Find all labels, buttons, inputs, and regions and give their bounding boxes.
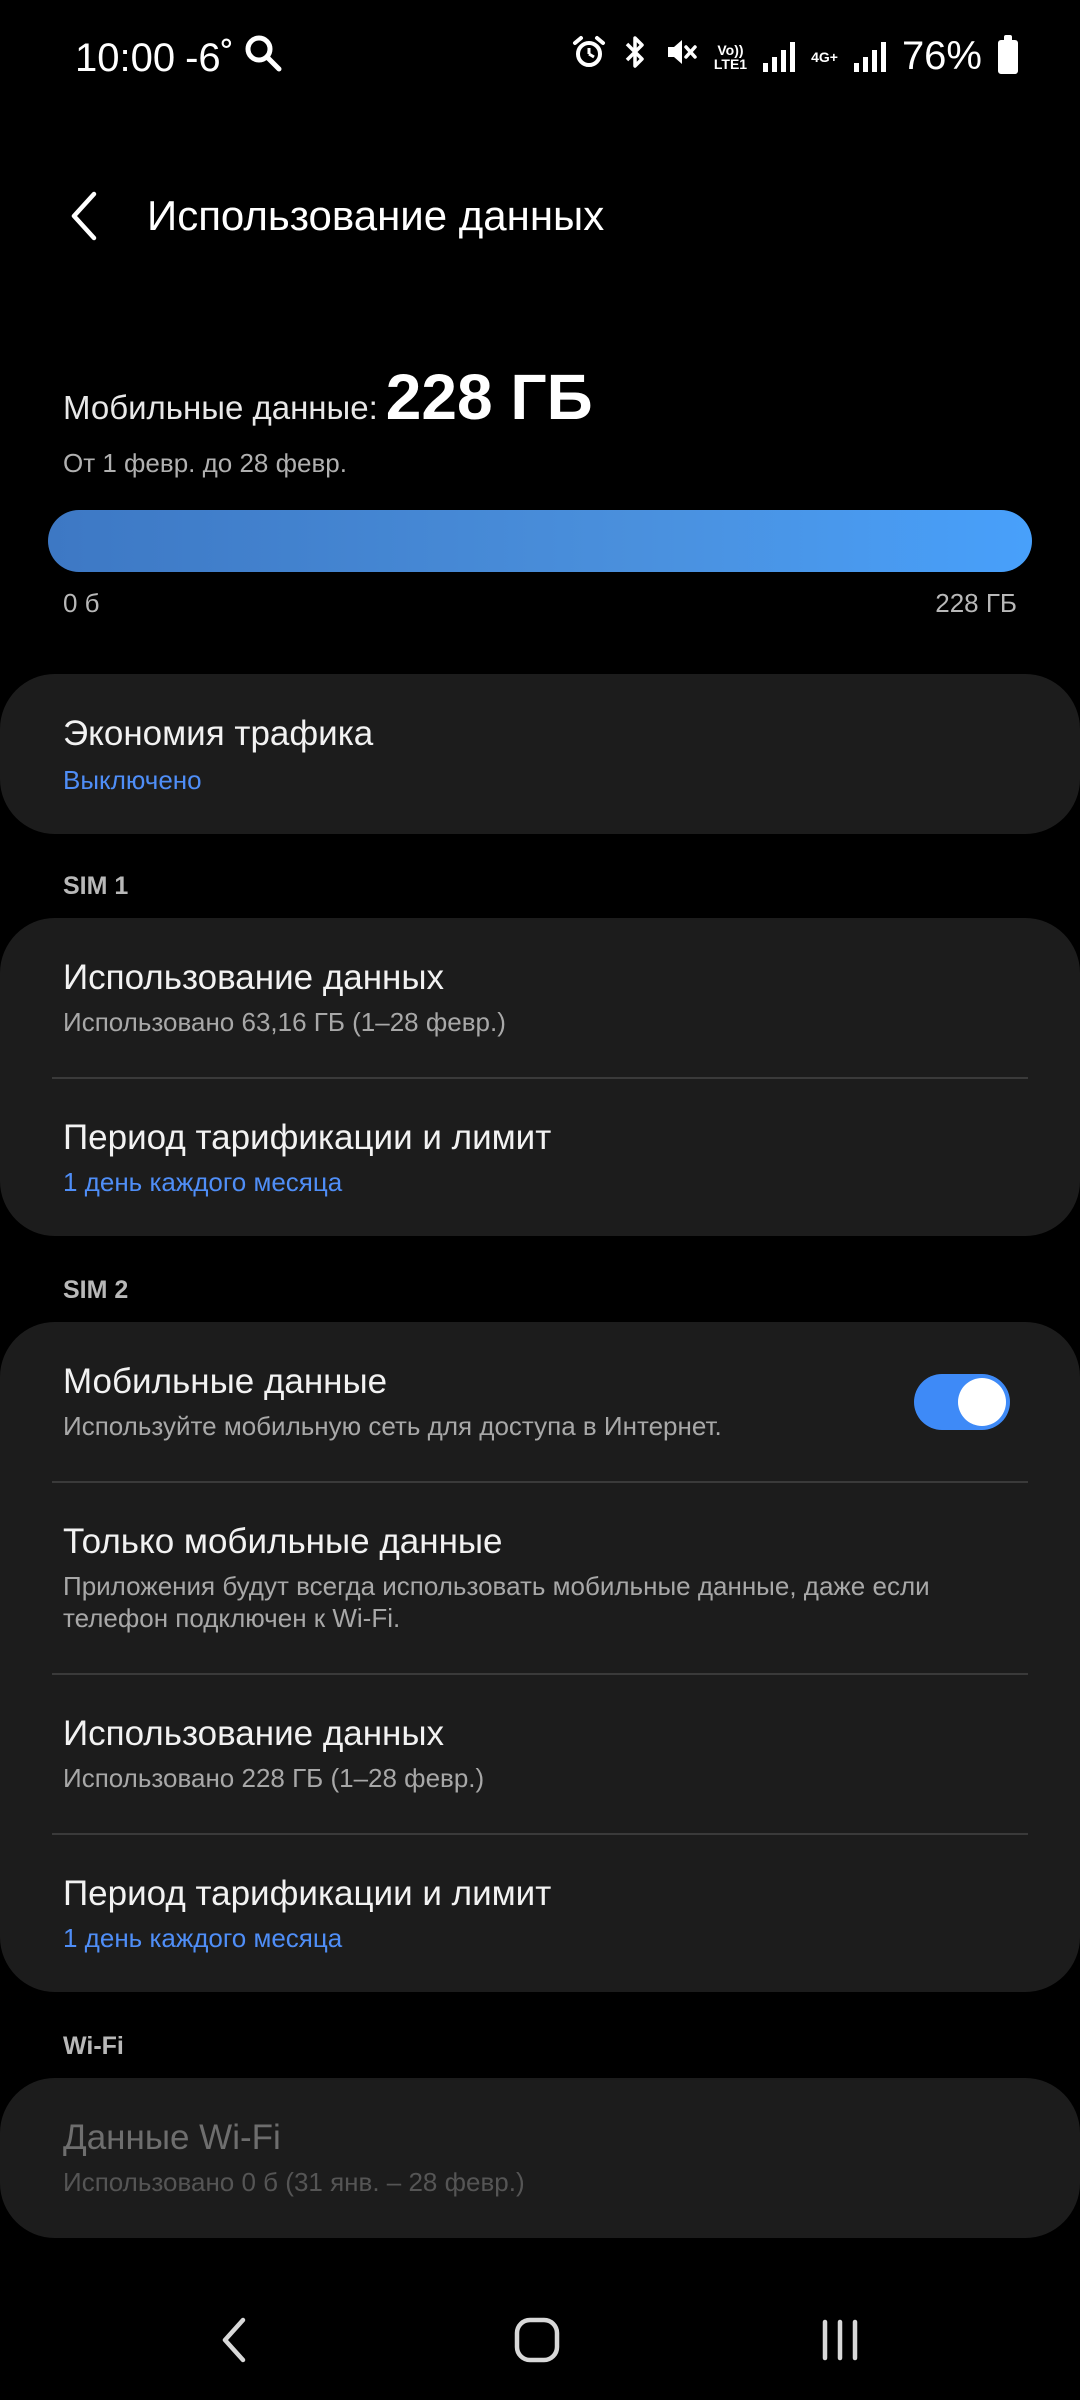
signal-strength-icon-2 — [853, 41, 886, 72]
app-header: Использование данных — [0, 160, 1080, 270]
traffic-saver-title: Экономия трафика — [63, 714, 374, 753]
wifi-data-sub: Использовано 0 б (31 янв. – 28 февр.) — [63, 2167, 525, 2197]
signal-strength-icon — [763, 41, 796, 72]
nav-recents-button[interactable] — [810, 2310, 870, 2370]
home-icon — [514, 2317, 560, 2363]
sim2-only-mobile-sub: Приложения будут всегда использовать моб… — [63, 1571, 930, 1633]
sim1-card: Использование данных Использовано 63,16 … — [0, 918, 1080, 1236]
sim2-only-mobile-item[interactable]: Только мобильные данные Приложения будут… — [63, 1522, 1017, 1634]
sim2-mobile-data-item[interactable]: Мобильные данные Используйте мобильную с… — [63, 1362, 840, 1442]
sim2-usage-sub: Использовано 228 ГБ (1–28 февр.) — [63, 1763, 485, 1793]
divider — [52, 1833, 1028, 1835]
alarm-icon — [572, 34, 606, 79]
wifi-data-title: Данные Wi-Fi — [63, 2118, 281, 2157]
nav-home-button[interactable] — [507, 2310, 567, 2370]
sim2-billing-title: Период тарификации и лимит — [63, 1874, 552, 1913]
summary-value: 228 ГБ — [385, 361, 593, 433]
sim2-mobile-data-title: Мобильные данные — [63, 1362, 388, 1401]
divider — [52, 1673, 1028, 1675]
navigation-bar — [0, 2280, 1080, 2400]
status-temperature: -6˚ — [185, 35, 234, 80]
status-bar: 10:00 -6˚ Vo)) LTE1 4G+ 76% — [0, 0, 1080, 120]
battery-icon — [998, 34, 1018, 74]
data-usage-summary: Мобильные данные: 228 ГБ От 1 февр. до 2… — [63, 360, 593, 479]
divider — [52, 1077, 1028, 1079]
sim1-billing-sub: 1 день каждого месяца — [63, 1167, 343, 1197]
bluetooth-icon — [622, 34, 648, 79]
recents-icon — [822, 2319, 858, 2361]
sim1-billing-item[interactable]: Период тарификации и лимит 1 день каждог… — [63, 1118, 1017, 1198]
wifi-card: Данные Wi-Fi Использовано 0 б (31 янв. –… — [0, 2078, 1080, 2238]
sim2-billing-sub: 1 день каждого месяца — [63, 1923, 343, 1953]
toggle-knob — [958, 1378, 1006, 1426]
nav-back-button[interactable] — [205, 2310, 265, 2370]
status-time: 10:00 — [75, 35, 176, 80]
sim1-usage-title: Использование данных — [63, 958, 445, 997]
section-sim1: SIM 1 — [63, 872, 129, 900]
sim2-usage-item[interactable]: Использование данных Использовано 228 ГБ… — [63, 1714, 1017, 1794]
back-button[interactable] — [62, 188, 112, 244]
mobile-data-toggle[interactable] — [914, 1374, 1010, 1430]
sim1-usage-item[interactable]: Использование данных Использовано 63,16 … — [63, 958, 1017, 1038]
sim2-mobile-data-sub: Используйте мобильную сеть для доступа в… — [63, 1411, 722, 1441]
traffic-saver-card[interactable]: Экономия трафика Выключено — [0, 674, 1080, 834]
network-type-indicator: 4G+ — [811, 48, 838, 65]
progress-max-label: 228 ГБ — [935, 588, 1017, 618]
battery-percent: 76% — [901, 34, 982, 78]
volte-indicator: Vo)) LTE1 — [713, 41, 748, 72]
chevron-left-icon — [71, 191, 97, 241]
summary-label: Мобильные данные: — [63, 389, 378, 426]
usage-progress-bar — [48, 510, 1032, 572]
sim1-usage-sub: Использовано 63,16 ГБ (1–28 февр.) — [63, 1007, 506, 1037]
divider — [52, 1481, 1028, 1483]
sim2-billing-item[interactable]: Период тарификации и лимит 1 день каждог… — [63, 1874, 1017, 1954]
traffic-saver-status: Выключено — [63, 765, 202, 795]
mute-icon — [664, 34, 698, 79]
summary-period: От 1 февр. до 28 февр. — [63, 448, 347, 478]
wifi-data-item: Данные Wi-Fi Использовано 0 б (31 янв. –… — [63, 2118, 1017, 2198]
sim2-usage-title: Использование данных — [63, 1714, 445, 1753]
sim2-card: Мобильные данные Используйте мобильную с… — [0, 1322, 1080, 1992]
progress-min-label: 0 б — [63, 588, 100, 618]
section-wifi: Wi-Fi — [63, 2032, 124, 2060]
sim1-billing-title: Период тарификации и лимит — [63, 1118, 552, 1157]
sim2-only-mobile-title: Только мобильные данные — [63, 1522, 503, 1561]
search-icon — [244, 34, 282, 82]
nav-back-icon — [222, 2317, 246, 2363]
section-sim2: SIM 2 — [63, 1276, 129, 1304]
page-title: Использование данных — [147, 192, 605, 239]
